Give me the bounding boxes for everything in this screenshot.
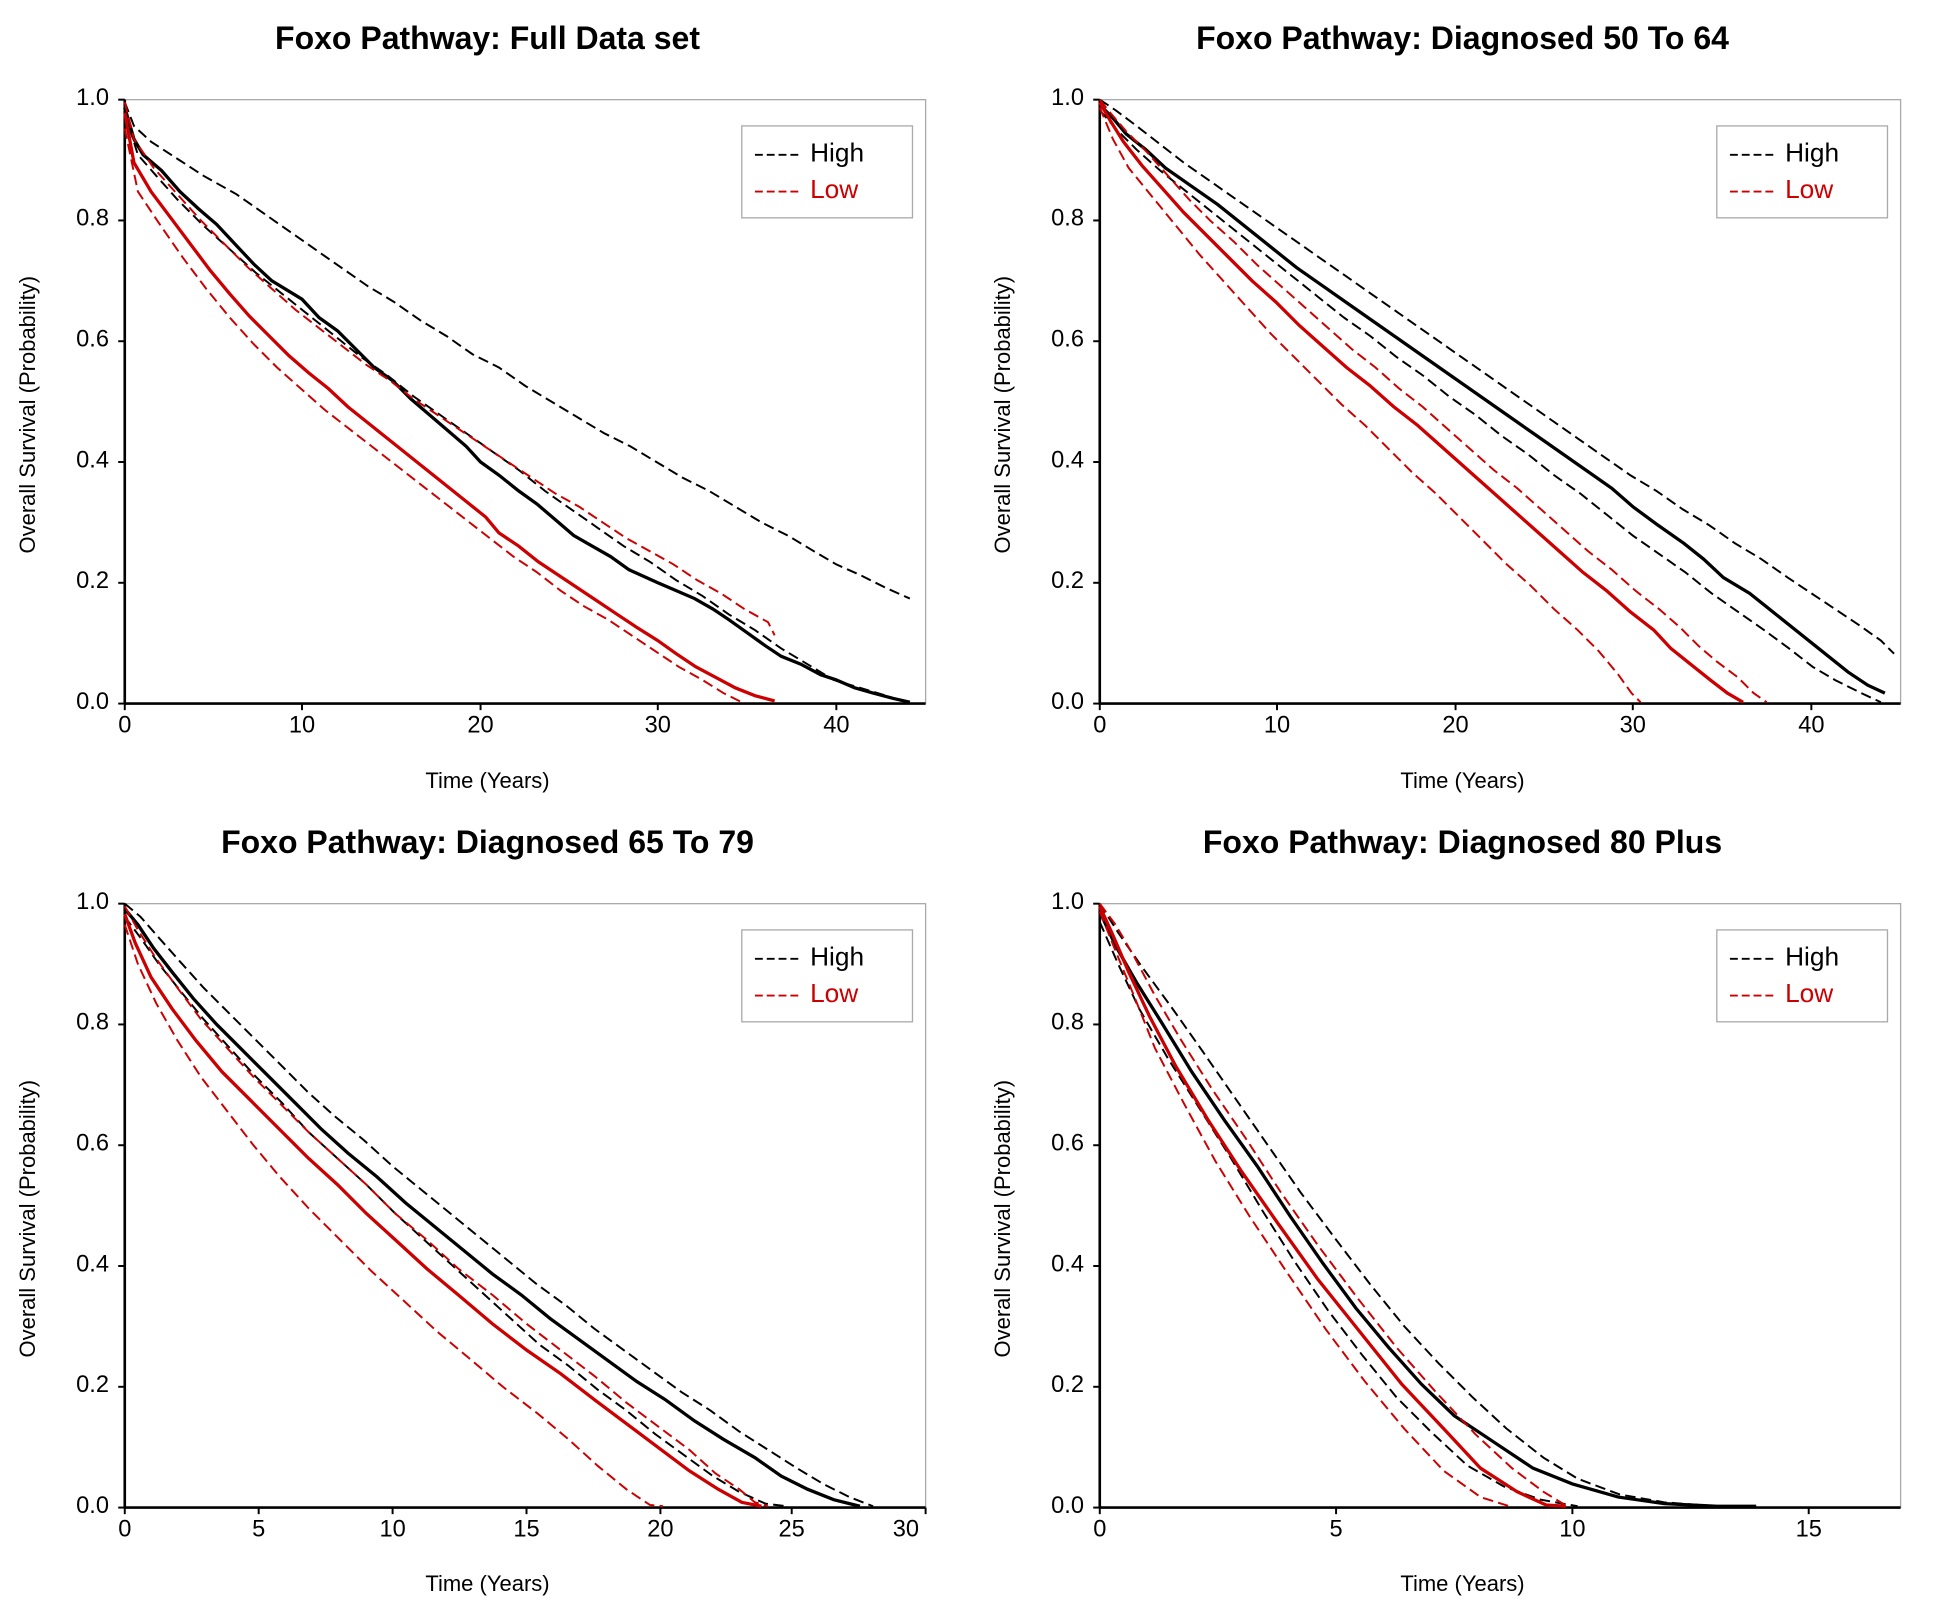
svg-text:0.2: 0.2 — [76, 1372, 109, 1398]
chart4-svg: 0.0 0.2 0.4 0.6 0.8 1.0 0 5 10 15 — [1021, 871, 1940, 1567]
svg-text:0.2: 0.2 — [1051, 568, 1084, 594]
svg-text:5: 5 — [1330, 1516, 1343, 1542]
svg-text:0.8: 0.8 — [76, 206, 109, 232]
svg-text:40: 40 — [823, 712, 849, 738]
svg-text:20: 20 — [647, 1516, 673, 1542]
svg-text:1.0: 1.0 — [1051, 85, 1084, 111]
svg-text:High: High — [1785, 941, 1839, 971]
chart1-title: Foxo Pathway: Full Data set — [275, 20, 700, 57]
chart3-ylabel: Overall Survival (Probability) — [10, 871, 46, 1567]
svg-text:Low: Low — [810, 978, 859, 1008]
svg-text:Low: Low — [1785, 978, 1834, 1008]
svg-text:0.2: 0.2 — [1051, 1372, 1084, 1398]
chart2-ylabel: Overall Survival (Probability) — [985, 67, 1021, 763]
svg-text:1.0: 1.0 — [76, 85, 109, 111]
chart-80plus: Foxo Pathway: Diagnosed 80 Plus Overall … — [975, 804, 1950, 1607]
svg-text:Low: Low — [1785, 174, 1834, 204]
chart1-svg: 0.0 0.2 0.4 0.6 0.8 1.0 0 10 20 — [46, 67, 965, 763]
chart-50to64: Foxo Pathway: Diagnosed 50 To 64 Overall… — [975, 0, 1950, 804]
svg-text:1.0: 1.0 — [1051, 888, 1084, 914]
svg-text:0.0: 0.0 — [76, 1492, 109, 1518]
svg-text:10: 10 — [289, 712, 315, 738]
chart2-xlabel: Time (Years) — [1400, 768, 1524, 794]
svg-text:0.6: 0.6 — [1051, 1130, 1084, 1156]
svg-text:0.0: 0.0 — [76, 689, 109, 715]
svg-text:20: 20 — [467, 712, 493, 738]
svg-text:5: 5 — [252, 1516, 265, 1542]
svg-text:0.4: 0.4 — [76, 447, 109, 473]
chart3-xlabel: Time (Years) — [425, 1571, 549, 1597]
svg-text:0: 0 — [1093, 1516, 1106, 1542]
svg-text:High: High — [810, 137, 864, 167]
svg-text:25: 25 — [779, 1516, 805, 1542]
svg-text:10: 10 — [379, 1516, 405, 1542]
chart3-title: Foxo Pathway: Diagnosed 65 To 79 — [221, 824, 754, 861]
svg-text:20: 20 — [1442, 712, 1468, 738]
svg-text:0: 0 — [118, 712, 131, 738]
svg-text:Low: Low — [810, 174, 859, 204]
svg-text:30: 30 — [645, 712, 671, 738]
svg-text:15: 15 — [1796, 1516, 1822, 1542]
svg-text:0.8: 0.8 — [1051, 206, 1084, 232]
svg-text:15: 15 — [513, 1516, 539, 1542]
svg-text:High: High — [1785, 137, 1839, 167]
svg-text:40: 40 — [1798, 712, 1824, 738]
svg-text:0.0: 0.0 — [1051, 689, 1084, 715]
chart-fulldata: Foxo Pathway: Full Data set Overall Surv… — [0, 0, 975, 804]
svg-text:0.4: 0.4 — [1051, 1251, 1084, 1277]
svg-text:1.0: 1.0 — [76, 888, 109, 914]
svg-text:0.4: 0.4 — [1051, 447, 1084, 473]
svg-text:0.8: 0.8 — [1051, 1009, 1084, 1035]
chart4-ylabel: Overall Survival (Probability) — [985, 871, 1021, 1567]
chart1-xlabel: Time (Years) — [425, 768, 549, 794]
svg-text:0.2: 0.2 — [76, 568, 109, 594]
chart1-ylabel: Overall Survival (Probability) — [10, 67, 46, 763]
svg-text:0.6: 0.6 — [76, 1130, 109, 1156]
svg-text:0.4: 0.4 — [76, 1251, 109, 1277]
svg-text:10: 10 — [1559, 1516, 1585, 1542]
svg-text:High: High — [810, 941, 864, 971]
svg-text:0.8: 0.8 — [76, 1009, 109, 1035]
svg-text:0.6: 0.6 — [76, 326, 109, 352]
svg-text:30: 30 — [1620, 712, 1646, 738]
chart3-svg: 0.0 0.2 0.4 0.6 0.8 1.0 0 5 10 15 — [46, 871, 965, 1567]
chart2-title: Foxo Pathway: Diagnosed 50 To 64 — [1196, 20, 1729, 57]
svg-text:0: 0 — [1093, 712, 1106, 738]
chart-65to79: Foxo Pathway: Diagnosed 65 To 79 Overall… — [0, 804, 975, 1607]
chart2-svg: 0.0 0.2 0.4 0.6 0.8 1.0 0 10 20 30 — [1021, 67, 1940, 763]
chart4-title: Foxo Pathway: Diagnosed 80 Plus — [1203, 824, 1722, 861]
svg-text:30: 30 — [893, 1516, 919, 1542]
chart4-xlabel: Time (Years) — [1400, 1571, 1524, 1597]
svg-text:0.6: 0.6 — [1051, 326, 1084, 352]
svg-text:0: 0 — [118, 1516, 131, 1542]
svg-text:10: 10 — [1264, 712, 1290, 738]
svg-text:0.0: 0.0 — [1051, 1492, 1084, 1518]
